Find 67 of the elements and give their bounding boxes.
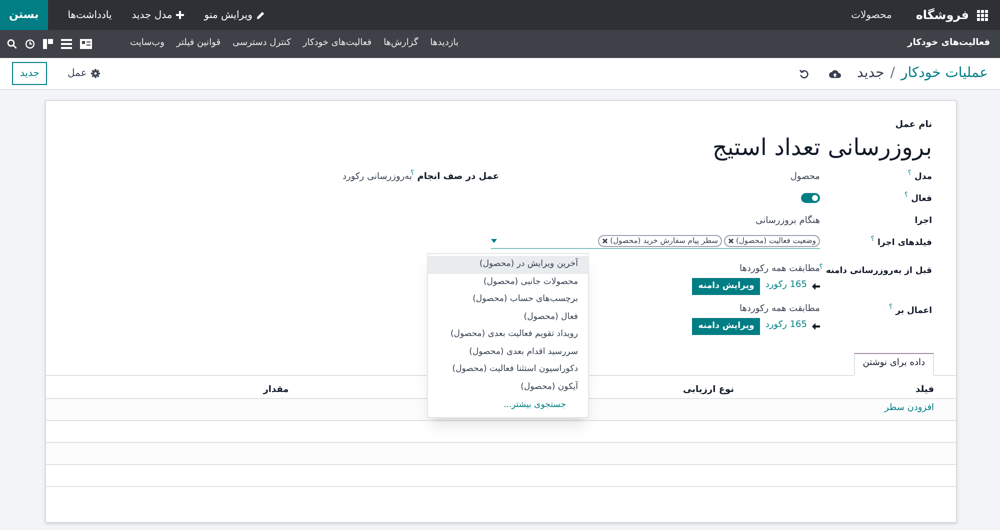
- kanban-icon[interactable]: [43, 39, 53, 49]
- breadcrumb-current: جدید: [857, 64, 884, 83]
- dropdown-option[interactable]: آخرین ویرایش در (محصول): [428, 256, 588, 274]
- breadcrumb-separator: /: [890, 64, 895, 83]
- field-value: محصول: [790, 172, 820, 182]
- column-header: فیلد: [916, 384, 934, 394]
- clock-icon[interactable]: [25, 39, 35, 49]
- field-label: نام عمل: [894, 119, 932, 132]
- domain-summary: مطابقت همه رکوردها: [740, 302, 820, 314]
- record-title: بروزرسانی تعداد استیج: [712, 134, 932, 162]
- caret-icon: [491, 239, 497, 243]
- gear-icon: [90, 69, 100, 78]
- field-label: قبل از به‌روزرسانی دامنه: [826, 264, 932, 278]
- field-label: فیلدهای اجرا: [878, 236, 932, 250]
- dropdown-option[interactable]: برچسب‌های حساب (محصول): [428, 291, 588, 308]
- field-label: مدل: [914, 170, 932, 184]
- column-header: نوع ارزیابی: [683, 384, 734, 394]
- field-label: اعمال بر: [896, 304, 932, 318]
- breadcrumb-link[interactable]: عملیات خودکار: [900, 63, 988, 84]
- list-icon[interactable]: [61, 39, 72, 49]
- toggle-switch[interactable]: [801, 192, 820, 202]
- arrow-icon: [812, 282, 820, 290]
- field-label: اجرا: [914, 214, 932, 228]
- edit-domain-button[interactable]: ویرایش دامنه: [692, 278, 760, 294]
- field-value: به‌روزرسانی رکورد: [342, 172, 412, 184]
- field-label: عمل در صف انجام: [417, 170, 499, 184]
- undo-icon[interactable]: [799, 68, 810, 78]
- app-grid-icon[interactable]: [977, 10, 988, 20]
- new-button[interactable]: جدید: [12, 62, 48, 85]
- form-view-icon[interactable]: [80, 39, 92, 49]
- dropdown-option[interactable]: آیکون (محصول): [428, 378, 588, 396]
- app-name[interactable]: فروشگاه: [916, 6, 969, 24]
- domain-summary: مطابقت همه رکوردها: [740, 262, 820, 274]
- menu-item[interactable]: فعالیت‌های خودکار: [302, 37, 372, 51]
- field-value: هنگام بروزرسانی: [756, 216, 820, 226]
- menu-button[interactable]: مدل جدید: [132, 8, 184, 22]
- menu-item[interactable]: محصولات: [851, 8, 892, 22]
- search-more-link[interactable]: جستجوی بیشتر...: [503, 399, 566, 412]
- menu-item[interactable]: گزارش‌ها: [384, 37, 418, 51]
- remove-icon[interactable]: [602, 238, 608, 244]
- dropdown-option[interactable]: سررسید اقدام بعدی (محصول): [428, 344, 588, 361]
- record-count-link[interactable]: 165 رکورد: [765, 279, 807, 293]
- remove-icon[interactable]: [728, 238, 734, 244]
- record-count-link[interactable]: 165 رکورد: [765, 319, 807, 333]
- menu-button[interactable]: یادداشت‌ها: [68, 8, 112, 22]
- pencil-icon: [256, 10, 266, 20]
- field-label: فعال: [911, 192, 932, 206]
- search-icon[interactable]: [7, 39, 17, 49]
- column-header: مقدار: [263, 384, 289, 394]
- menu-item[interactable]: بازدیدها: [430, 37, 458, 51]
- dropdown-option[interactable]: رویداد تقویم فعالیت بعدی (محصول): [428, 326, 588, 344]
- menu-item[interactable]: قوانین فیلتر: [176, 37, 221, 51]
- menu-item[interactable]: وب‌سایت: [130, 37, 164, 51]
- close-button[interactable]: بستن: [0, 0, 48, 30]
- arrow-icon: [812, 322, 820, 330]
- dropdown-option[interactable]: فعال (محصول): [428, 308, 588, 326]
- plus-icon: [176, 11, 184, 19]
- cloud-upload-icon[interactable]: [829, 68, 842, 78]
- add-line-link[interactable]: افزودن سطر: [884, 402, 956, 416]
- dropdown-option[interactable]: محصولات جانبی (محصول): [428, 274, 588, 291]
- menu-item[interactable]: کنترل دسترسی: [232, 37, 291, 51]
- tab[interactable]: داده برای نوشتن: [854, 352, 934, 376]
- menu-button[interactable]: ویرایش منو: [204, 8, 266, 22]
- action-button[interactable]: عمل: [67, 66, 100, 81]
- edit-domain-button[interactable]: ویرایش دامنه: [692, 318, 760, 334]
- module-title: فعالیت‌های خودکار: [908, 37, 991, 50]
- dropdown-option[interactable]: دکوراسیون استثنا فعالیت (محصول): [428, 361, 588, 378]
